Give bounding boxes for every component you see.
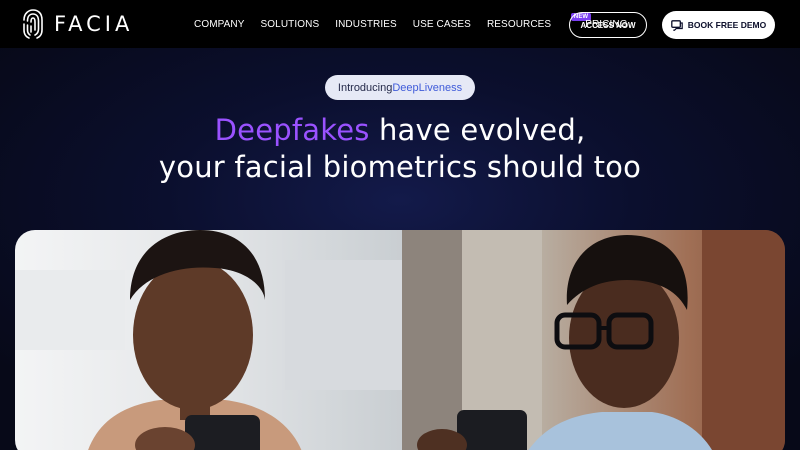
- chat-icon: [670, 19, 683, 31]
- top-navbar: FACIA COMPANY SOLUTIONS INDUSTRIES USE C…: [0, 0, 800, 48]
- fingerprint-icon: [23, 9, 43, 39]
- person-with-glasses-illustration: [402, 230, 785, 450]
- book-free-demo-label: BOOK FREE DEMO: [687, 20, 767, 30]
- nav-link-use-cases[interactable]: USE CASES: [413, 19, 471, 30]
- hero-headline: Deepfakes have evolved, your facial biom…: [0, 112, 800, 186]
- hero-photo-right: [402, 230, 785, 450]
- nav-link-resources-label: RESOURCES: [486, 18, 552, 30]
- facia-logo[interactable]: FACIA: [20, 8, 133, 40]
- hero-photo-left: [15, 230, 402, 450]
- nav-link-industries[interactable]: INDUSTRIES: [335, 19, 397, 30]
- book-free-demo-button[interactable]: BOOK FREE DEMO: [662, 11, 775, 39]
- brand-name: FACIA: [54, 12, 134, 36]
- hero-media: [15, 230, 785, 450]
- pill-prefix: Introducing: [337, 81, 393, 94]
- nav-link-resources[interactable]: RESOURCES NEW: [486, 12, 592, 30]
- headline-rest: have evolved,: [369, 113, 586, 147]
- nav-link-company[interactable]: COMPANY: [194, 19, 245, 30]
- person-with-phone-illustration: [15, 230, 402, 450]
- introducing-pill[interactable]: Introducing DeepLiveness: [325, 75, 475, 100]
- headline-line2: your facial biometrics should too: [158, 150, 642, 184]
- access-now-button[interactable]: ACCESS NOW: [569, 12, 647, 38]
- nav-link-solutions[interactable]: SOLUTIONS: [261, 19, 320, 30]
- pill-accent: DeepLiveness: [392, 81, 463, 94]
- headline-highlight: Deepfakes: [214, 113, 370, 147]
